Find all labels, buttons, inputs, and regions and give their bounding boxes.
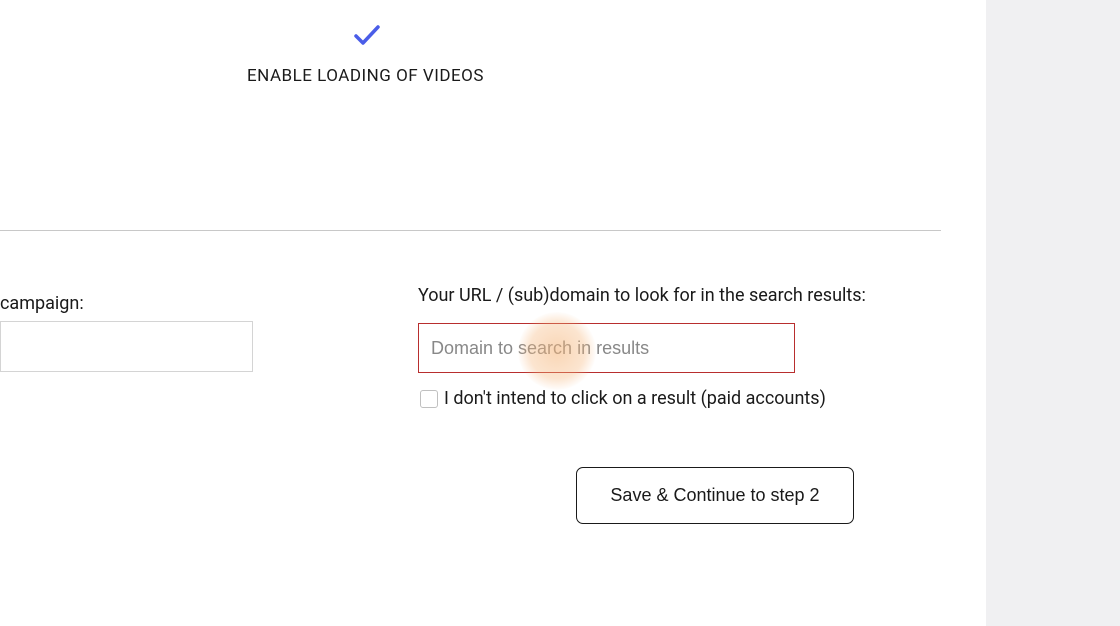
content-area: ENABLE LOADING OF VIDEOS campaign: Your … [0,0,986,626]
campaign-label: campaign: [0,293,84,314]
no-click-checkbox[interactable] [420,390,438,408]
right-panel [986,0,1120,626]
no-click-checkbox-label: I don't intend to click on a result (pai… [444,388,826,409]
save-continue-button[interactable]: Save & Continue to step 2 [576,467,854,524]
domain-search-input[interactable] [418,323,795,373]
campaign-input[interactable] [0,321,253,372]
no-click-checkbox-wrapper: I don't intend to click on a result (pai… [420,388,826,409]
divider [0,230,941,231]
save-button-label: Save & Continue to step 2 [610,485,819,506]
url-label: Your URL / (sub)domain to look for in th… [418,285,866,306]
check-icon [352,22,382,50]
enable-videos-label: ENABLE LOADING OF VIDEOS [247,66,484,86]
